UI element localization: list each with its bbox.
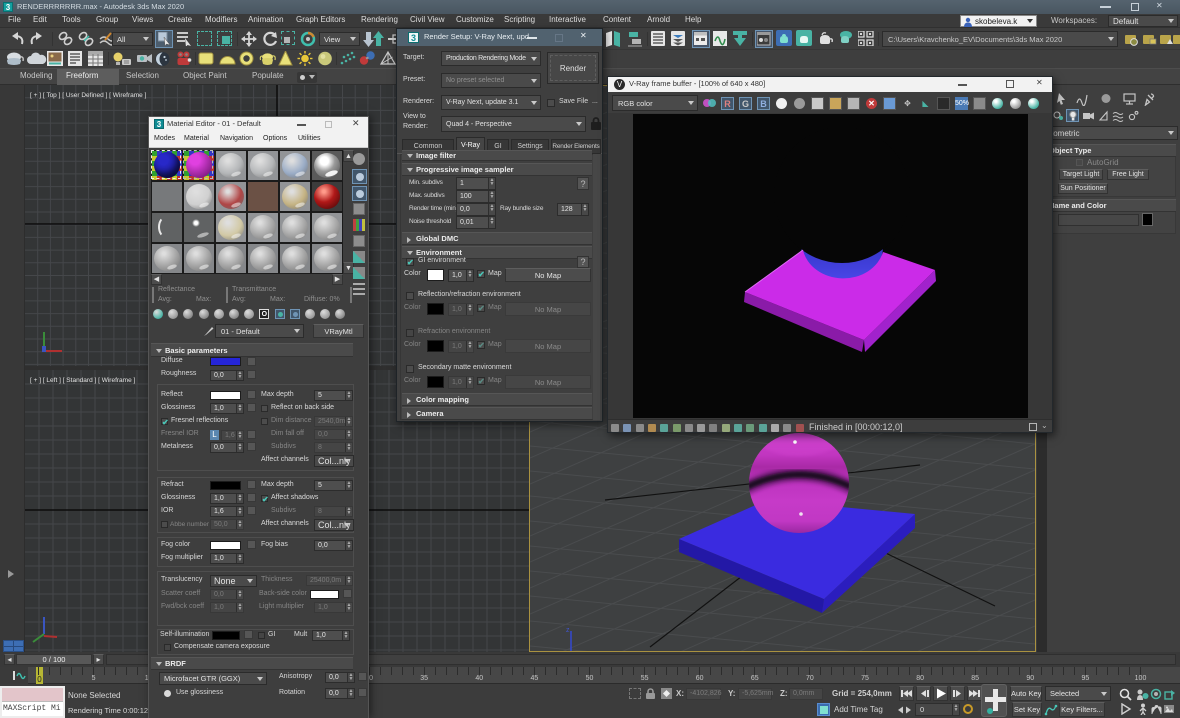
svg-text:z: z	[566, 627, 570, 634]
